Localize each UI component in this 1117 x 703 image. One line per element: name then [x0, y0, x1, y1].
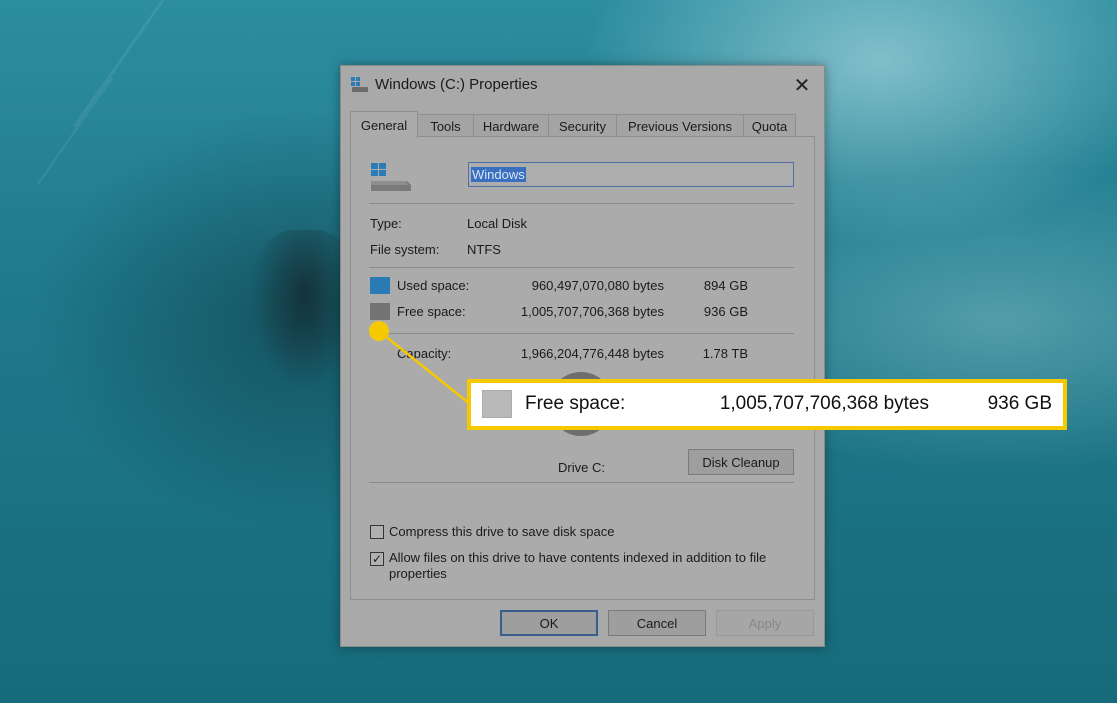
window-title: Windows (C:) Properties [375, 76, 538, 93]
hard-drive-icon [371, 163, 411, 191]
divider [369, 267, 794, 268]
index-checkbox[interactable]: ✓ [370, 552, 384, 566]
tab-quota[interactable]: Quota [743, 114, 796, 137]
tab-hardware[interactable]: Hardware [473, 114, 549, 137]
light-ray [36, 77, 114, 185]
used-space-size: 894 GB [703, 278, 748, 293]
free-space-bytes: 1,005,707,706,368 bytes [520, 304, 664, 319]
tab-general[interactable]: General [350, 111, 418, 138]
close-icon: ✕ [793, 74, 811, 97]
tab-security[interactable]: Security [548, 114, 617, 137]
light-ray [72, 0, 168, 128]
apply-button[interactable]: Apply [716, 610, 814, 636]
close-button[interactable]: ✕ [780, 66, 824, 104]
free-space-size: 936 GB [703, 304, 748, 319]
drive-icon [351, 77, 368, 92]
callout-swatch [482, 390, 512, 418]
capacity-size: 1.78 TB [702, 346, 748, 361]
index-label-line1: Allow files on this drive to have conten… [389, 550, 767, 565]
used-space-label: Used space: [397, 278, 470, 293]
type-label: Type: [370, 216, 402, 231]
callout-bytes: 1,005,707,706,368 bytes [719, 393, 929, 414]
compress-checkbox[interactable] [370, 525, 384, 539]
index-label-line2: properties [389, 566, 447, 581]
callout-body: Free space: 1,005,707,706,368 bytes 936 … [471, 383, 1063, 426]
used-space-bytes: 960,497,070,080 bytes [531, 278, 664, 293]
used-space-swatch [370, 277, 390, 294]
disk-cleanup-button[interactable]: Disk Cleanup [688, 449, 794, 475]
drive-label: Drive C: [558, 460, 605, 475]
ok-button[interactable]: OK [500, 610, 598, 636]
file-system-label: File system: [370, 242, 440, 257]
capacity-label: Capacity: [397, 346, 452, 361]
checkmark-icon: ✓ [371, 552, 383, 566]
free-space-label: Free space: [397, 304, 466, 319]
drive-name-input[interactable]: Windows [468, 162, 794, 187]
capacity-bytes: 1,966,204,776,448 bytes [520, 346, 664, 361]
free-space-callout: Free space: 1,005,707,706,368 bytes 936 … [467, 379, 1067, 430]
divider [369, 203, 794, 204]
file-system-value: NTFS [467, 242, 501, 257]
callout-label: Free space: [525, 393, 626, 414]
title-bar[interactable]: Windows (C:) Properties ✕ [341, 66, 824, 104]
type-value: Local Disk [467, 216, 527, 231]
compress-label: Compress this drive to save disk space [389, 524, 615, 539]
divider [369, 482, 794, 483]
callout-size: 936 GB [987, 393, 1052, 414]
properties-dialog: Windows (C:) Properties ✕ General Tools … [340, 65, 825, 647]
free-space-swatch [370, 303, 390, 320]
callout-dot [369, 321, 389, 341]
divider [369, 333, 794, 334]
tab-tools[interactable]: Tools [417, 114, 474, 137]
drive-name-value: Windows [471, 167, 526, 182]
cancel-button[interactable]: Cancel [608, 610, 706, 636]
tab-previous-versions[interactable]: Previous Versions [616, 114, 744, 137]
